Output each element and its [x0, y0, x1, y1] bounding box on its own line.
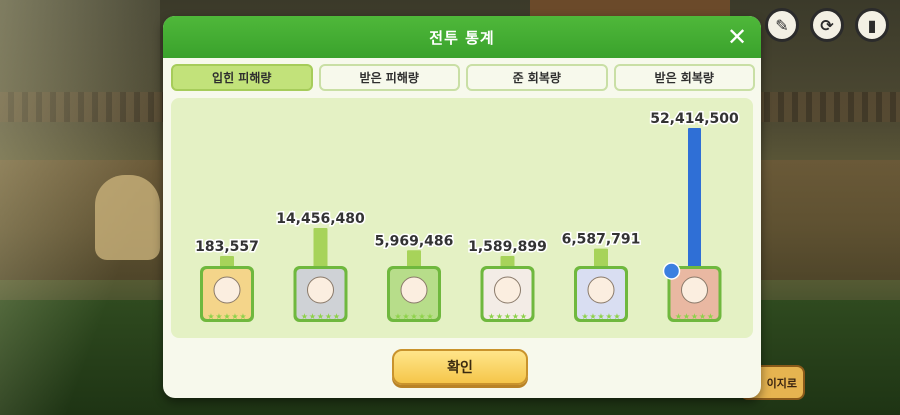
star-icon: ★ [488, 312, 495, 321]
star-icon: ★ [239, 312, 246, 321]
portrait-face-1 [213, 276, 241, 304]
star-icon: ★ [504, 312, 511, 321]
side-tab-label: 이지로 [766, 376, 797, 390]
star-icon: ★ [496, 312, 503, 321]
swap-icon[interactable]: ⟳ [810, 8, 844, 42]
star-icon: ★ [333, 312, 340, 321]
star-icon: ★ [691, 312, 698, 321]
star-icon: ★ [512, 312, 519, 321]
confirm-button[interactable]: 확인 [392, 349, 528, 385]
star-icon: ★ [215, 312, 222, 321]
bar-2 [313, 227, 328, 270]
star-icon: ★ [613, 312, 620, 321]
portrait-face-5 [587, 276, 615, 304]
tab-damage-dealt[interactable]: 입힌 피해량 [171, 64, 313, 91]
star-icon: ★ [597, 312, 604, 321]
star-icon: ★ [301, 312, 308, 321]
bar-value-label-6: 52,414,500 [650, 111, 739, 127]
star-icon: ★ [418, 312, 425, 321]
battle-stats-modal: 전투 통계 ✕ 입힌 피해량 받은 피해량 준 회복량 받은 회복량 183,5… [163, 16, 761, 398]
mvp-badge-icon [662, 262, 681, 280]
star-icon: ★ [675, 312, 682, 321]
confirm-button-label: 확인 [447, 360, 473, 376]
star-icon: ★ [231, 312, 238, 321]
star-icon: ★ [520, 312, 527, 321]
bar-value-label-1: 183,557 [195, 239, 259, 255]
star-icon: ★ [707, 312, 714, 321]
bar-value-label-3: 5,969,486 [375, 233, 454, 249]
background-character [95, 175, 160, 260]
portrait-face-4 [494, 276, 521, 304]
close-icon[interactable]: ✕ [725, 25, 749, 49]
stats-tabs: 입힌 피해량 받은 피해량 준 회복량 받은 회복량 [171, 64, 755, 91]
star-icon: ★ [325, 312, 332, 321]
tab-healing-received[interactable]: 받은 회복량 [613, 64, 755, 91]
portrait-face-3 [400, 276, 428, 304]
star-icon: ★ [402, 312, 409, 321]
portrait-face-6 [681, 276, 708, 304]
stats-icon[interactable]: ▮ [855, 8, 889, 42]
star-icon: ★ [309, 312, 316, 321]
bar-value-label-2: 14,456,480 [276, 211, 365, 227]
damage-bar-chart: 183,557★ ★ ★ ★ ★14,456,480★ ★ ★ ★ ★5,969,486★ ★ ★ ★… [194, 110, 741, 322]
pin-icon[interactable]: ✎ [765, 8, 799, 42]
star-icon: ★ [317, 312, 324, 321]
tab-healing-done[interactable]: 준 회복량 [466, 64, 608, 91]
star-icon: ★ [683, 312, 690, 321]
star-icon: ★ [581, 312, 588, 321]
bar-value-label-5: 6,587,791 [562, 232, 641, 248]
star-icon: ★ [589, 312, 596, 321]
modal-title: 전투 통계 [429, 28, 495, 47]
star-icon: ★ [699, 312, 706, 321]
star-icon: ★ [394, 312, 401, 321]
bar-6 [688, 128, 701, 270]
star-icon: ★ [410, 312, 417, 321]
star-icon: ★ [605, 312, 612, 321]
damage-chart-panel: 183,557 ★ ★ ★ ★ ★ 14,456,480 ★ ★ ★ ★ ★ 5,969,486 ★ ★ ★ ★… [171, 98, 753, 338]
tab-damage-taken[interactable]: 받은 피해량 [318, 64, 460, 91]
bar-value-label-4: 1,589,899 [468, 239, 547, 255]
star-icon: ★ [207, 312, 214, 321]
modal-header: 전투 통계 ✕ [163, 16, 761, 58]
star-icon: ★ [223, 312, 230, 321]
star-icon: ★ [426, 312, 433, 321]
portrait-face-2 [307, 276, 334, 304]
